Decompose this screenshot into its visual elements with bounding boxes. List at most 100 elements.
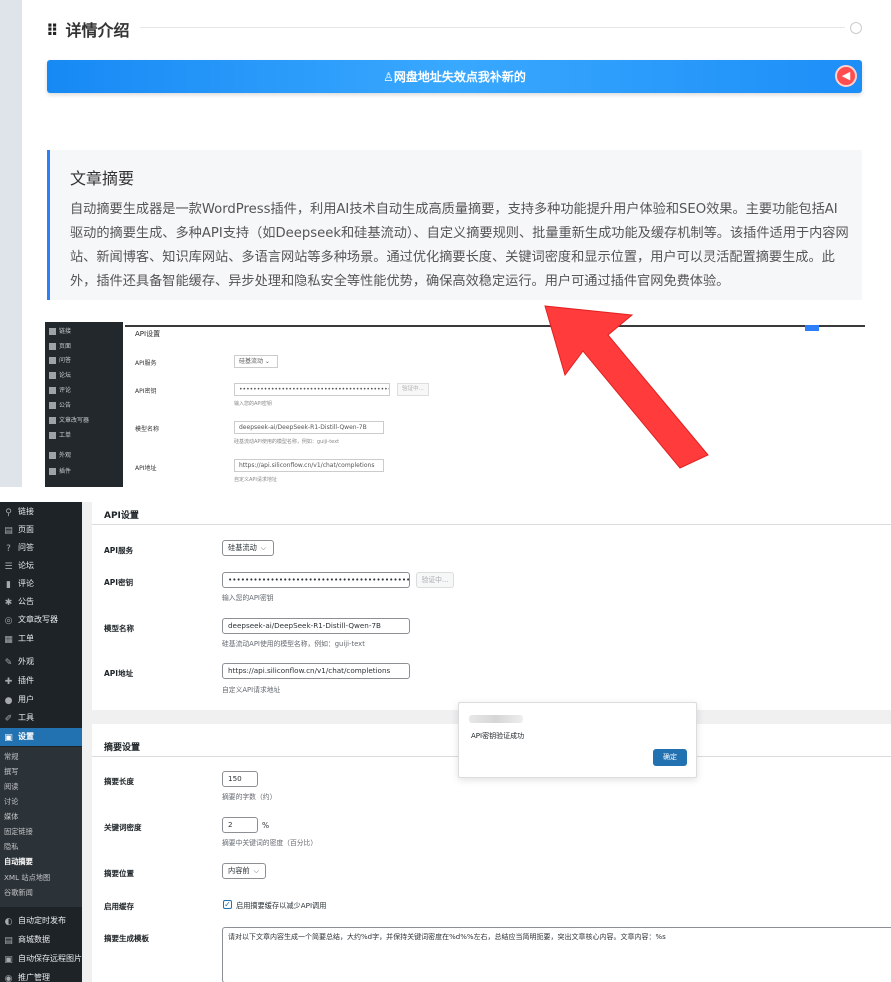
sidebar-plugin-item-2[interactable]: ▤ 商城数据 — [0, 931, 82, 949]
summary-length-input[interactable]: 150 — [222, 771, 258, 787]
api-key-input[interactable]: ••••••••••••••••••••••••••••••••••••••••… — [222, 572, 410, 588]
submenu-item-1[interactable]: 常规 — [4, 752, 18, 762]
model-name-label: 模型名称 — [104, 624, 134, 633]
api-url-help: 自定义API请求地址 — [222, 686, 281, 694]
mini-heading: API设置 — [135, 330, 161, 338]
plugin-icon: ✚ — [4, 677, 13, 687]
sidebar-item-5[interactable]: ▮ 评论 — [0, 575, 82, 593]
admin-content: API设置 API服务 硅基流动 ⌵ API密钥 ••••••••••••••••… — [82, 502, 891, 982]
sidebar-item-label: 链接 — [18, 507, 34, 516]
mall-icon: ▤ — [4, 936, 13, 946]
enable-cache-checkbox[interactable]: ✓ — [223, 900, 232, 909]
sidebar-item-label: 工具 — [18, 713, 34, 722]
sidebar-item-label: 自动定时发布 — [18, 916, 66, 925]
mini-verify-button: 验证中... — [397, 383, 429, 396]
menu-square-icon — [49, 432, 56, 439]
sidebar-item-1[interactable]: ⚲ 链接 — [0, 503, 82, 521]
api-url-input[interactable]: https://api.siliconflow.cn/v1/chat/compl… — [222, 663, 410, 679]
mini-sidebar-label: 工单 — [59, 432, 72, 439]
keyword-density-help: 摘要中关键词的密度（百分比） — [222, 839, 318, 847]
submenu-item-7[interactable]: 隐私 — [4, 842, 18, 852]
submenu-item-10[interactable]: 谷歌新闻 — [4, 888, 33, 898]
submenu-item-8[interactable]: 自动摘要 — [4, 857, 33, 867]
sidebar-item-10[interactable]: ✚ 插件 — [0, 672, 82, 690]
mini-sidebar-item-3: 问答 — [49, 355, 71, 364]
article-detail-panel: ⠿ 详情介绍 ♙网盘地址失效点我补新的 ◀ 文章摘要 自动摘要生成器是一款Word… — [0, 0, 891, 487]
menu-square-icon — [49, 468, 56, 475]
netdisk-notice-bar[interactable]: ♙网盘地址失效点我补新的 ◀ — [47, 60, 862, 93]
sidebar-item-12[interactable]: ✐ 工具 — [0, 709, 82, 727]
sidebar-item-4[interactable]: ☰ 论坛 — [0, 557, 82, 575]
mini-sidebar-item-4: 论坛 — [49, 370, 71, 379]
sidebar-item-2[interactable]: ▤ 页面 — [0, 521, 82, 539]
summary-body: 自动摘要生成器是一款WordPress插件，利用AI技术自动生成高质量摘要，支持… — [70, 202, 849, 289]
api-service-select[interactable]: 硅基流动 ⌵ — [222, 540, 274, 556]
chevron-down-icon: ⌵ — [253, 867, 259, 875]
link-icon: ⚲ — [5, 508, 12, 518]
api-settings-card: API设置 API服务 硅基流动 ⌵ API密钥 ••••••••••••••••… — [92, 502, 891, 710]
sidebar-item-13[interactable]: ▣ 设置 — [0, 728, 82, 746]
summary-length-label: 摘要长度 — [104, 777, 134, 786]
comment-icon: ▮ — [6, 580, 11, 590]
mini-sidebar-label: 链接 — [59, 328, 72, 335]
mini-sidebar: 链接 页面 问答 论坛 评论 公告 文章改写器 工单 外观 插件 — [45, 322, 123, 487]
wp-admin-panel: ⚲ 链接 ▤ 页面? 问答 ☰ 论坛 ▮ 评论 ✱ 公告 ◎ 文章改写器 ▦ 工单 ✎ 外观 ✚ 插件 ● 用户 ✐ 工具 ▣… — [0, 502, 891, 982]
section-title-divider — [140, 27, 845, 28]
appearance-icon: ✎ — [4, 658, 13, 668]
megaphone-icon[interactable]: ◀ — [835, 65, 857, 87]
mini-sidebar-label: 文章改写器 — [59, 417, 90, 424]
template-textarea[interactable]: 请对以下文章内容生成一个简要总结，大约%d字，并保持关键词密度在%d%%左右，总… — [222, 927, 891, 982]
sidebar-item-8[interactable]: ▦ 工单 — [0, 630, 82, 648]
keyword-density-label: 关键词密度 — [104, 823, 142, 832]
sidebar-plugin-item-4[interactable]: ◉ 推广管理 — [0, 969, 82, 982]
menu-square-icon — [49, 452, 56, 459]
mini-label-url: API地址 — [135, 465, 157, 472]
menu-square-icon — [49, 328, 56, 335]
dialog-ok-button[interactable]: 确定 — [653, 749, 687, 766]
sidebar-item-label: 评论 — [18, 579, 34, 588]
summary-position-select[interactable]: 内容前 ⌵ — [222, 863, 266, 879]
sidebar-plugin-item-1[interactable]: ◐ 自动定时发布 — [0, 912, 82, 930]
menu-square-icon — [49, 357, 56, 364]
verify-button[interactable]: 验证中... — [416, 572, 454, 588]
submenu-item-3[interactable]: 阅读 — [4, 782, 18, 792]
user-icon: ● — [4, 696, 13, 706]
sidebar-item-label: 外观 — [18, 657, 34, 666]
article-summary-box: 文章摘要 自动摘要生成器是一款WordPress插件，利用AI技术自动生成高质量… — [47, 150, 862, 300]
keyword-density-input[interactable]: 2 — [222, 817, 258, 833]
sidebar-item-label: 商城数据 — [18, 935, 50, 944]
sidebar-item-11[interactable]: ● 用户 — [0, 691, 82, 709]
mini-label-service: API服务 — [135, 360, 157, 367]
summary-settings-heading: 摘要设置 — [104, 743, 141, 753]
submenu-item-9[interactable]: XML 站点地图 — [4, 873, 50, 883]
model-name-help: 硅基流动API使用的模型名称，例如：guiji-text — [222, 640, 365, 648]
sidebar-item-3[interactable]: ? 问答 — [0, 539, 82, 557]
mini-input-model: deepseek-ai/DeepSeek-R1-Distill-Qwen-7B — [234, 421, 384, 434]
mini-sidebar-label: 论坛 — [59, 372, 72, 379]
sidebar-item-9[interactable]: ✎ 外观 — [0, 653, 82, 671]
mini-sidebar-label: 插件 — [59, 468, 72, 475]
summary-length-help: 摘要的字数（约） — [222, 793, 277, 801]
submenu-item-4[interactable]: 讨论 — [4, 797, 18, 807]
mini-help-url: 自定义API请求地址 — [234, 477, 277, 483]
sidebar-item-label: 论坛 — [18, 561, 34, 570]
summary-position-label: 摘要位置 — [104, 869, 134, 878]
sidebar-item-label: 工单 — [18, 634, 34, 643]
sidebar-item-7[interactable]: ◎ 文章改写器 — [0, 611, 82, 629]
enable-cache-text: 启用摘要缓存以减少API调用 — [236, 901, 327, 910]
submenu-item-2[interactable]: 撰写 — [4, 767, 18, 777]
sidebar-plugin-item-3[interactable]: ▣ 自动保存远程图片 — [0, 950, 82, 968]
schedule-icon: ◐ — [4, 917, 13, 927]
menu-square-icon — [49, 402, 56, 409]
mini-input-key: ••••••••••••••••••••••••••••••••••••••••… — [234, 383, 390, 396]
sidebar-item-6[interactable]: ✱ 公告 — [0, 593, 82, 611]
submenu-item-6[interactable]: 固定链接 — [4, 827, 33, 837]
mini-help-key: 输入您的API密钥 — [234, 401, 272, 407]
model-name-input[interactable]: deepseek-ai/DeepSeek-R1-Distill-Qwen-7B — [222, 618, 410, 634]
sidebar-item-label: 文章改写器 — [18, 615, 58, 624]
question-icon: ? — [6, 544, 11, 554]
mini-sidebar-item-2: 页面 — [49, 341, 71, 350]
sidebar-item-label: 自动保存远程图片 — [18, 954, 82, 963]
submenu-item-5[interactable]: 媒体 — [4, 812, 18, 822]
image-icon: ▣ — [4, 955, 13, 965]
